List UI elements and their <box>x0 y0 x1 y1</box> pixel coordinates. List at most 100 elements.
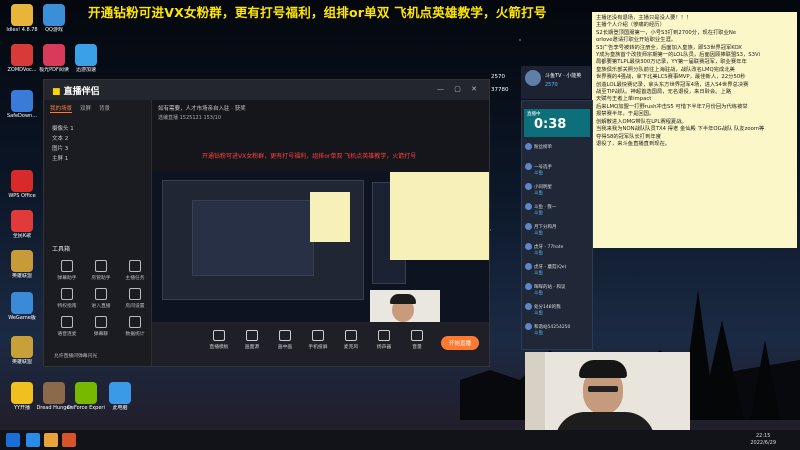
taskbar: 22:15 2022/6/29 <box>0 430 800 450</box>
bottom-tool-button[interactable]: 手机投屏 <box>303 330 333 350</box>
wps-office-glyph-icon <box>11 170 33 192</box>
tool-label: 弹幕助手 <box>57 276 77 281</box>
bottom-tool-icon <box>378 330 390 341</box>
lol-icon[interactable]: 英雄联盟 <box>3 250 41 279</box>
start-live-button[interactable]: 开始直播 <box>440 336 479 350</box>
scene-item[interactable]: 图片 3 <box>52 144 68 152</box>
desktop-icon-label: 此电脑 <box>112 405 128 411</box>
scene-item[interactable]: 主屏 1 <box>52 154 68 162</box>
tool-item[interactable]: 主播任务 <box>120 260 150 281</box>
desktop-icon-label: GeForce Experience <box>67 405 105 411</box>
chat-avatar <box>525 223 532 230</box>
tool-icon <box>129 316 141 328</box>
chat-sub: 斗鱼 <box>534 211 543 216</box>
start-button[interactable] <box>6 433 20 447</box>
note-line: S3广告李号被转的注册全，后面加入皇族，即S3世界冠军KOX <box>596 44 742 51</box>
app-titlebar: ■ 直播伴侣 — ▢ ✕ <box>44 80 489 100</box>
tool-label: 主播任务 <box>125 276 145 281</box>
red-overlay-text: 开通钻粉可进VX女粉群，更有打号福利，组排or单双 飞机点英雄教学，火箭打号 <box>202 153 417 160</box>
chat-avatar <box>525 323 532 330</box>
stream-preview[interactable] <box>152 172 489 342</box>
tool-item[interactable]: 房间设置 <box>120 288 150 309</box>
window-controls[interactable]: — ▢ ✕ <box>437 85 481 93</box>
bottom-tool-button[interactable]: 画面源 <box>237 330 267 350</box>
taskbar-explorer-icon[interactable] <box>44 433 58 447</box>
qq-game-icon[interactable]: QQ游戏 <box>35 4 73 33</box>
chat-item[interactable]: 一号选手 斗鱼 <box>525 163 589 176</box>
chat-name: 一号选手 <box>534 165 552 170</box>
tool-item[interactable]: 进入直播 <box>86 288 116 309</box>
chat-name: 斗鱼 · 我一 <box>534 205 557 210</box>
notes-panel: 主播还没有退场，主播只是没人要！！！ 主播个人介绍（惨痛的经历） S2长期登顶国服第… <box>592 12 797 248</box>
lol-glyph-icon <box>11 250 33 272</box>
desktop-icon-label: QQ游戏 <box>45 27 63 33</box>
accelerator-icon[interactable]: 迅游加速 <box>67 44 105 73</box>
bottom-tool-button[interactable]: 扬声器 <box>369 330 399 350</box>
nested-notes <box>310 192 350 242</box>
chat-item[interactable]: 虎牙 - 77hate 斗鱼 <box>525 243 589 256</box>
tool-label: 数据统计 <box>125 332 145 337</box>
desktop-icon-label: WPS Office <box>8 193 36 199</box>
app-logo: ■ 直播伴侣 <box>52 87 100 97</box>
bottom-tool-button[interactable]: 音量 <box>402 330 432 350</box>
scene-item[interactable]: 文本 2 <box>52 134 68 142</box>
bottom-tool-icon <box>279 330 291 341</box>
chat-item[interactable]: 小同明星 斗鱼 <box>525 183 589 196</box>
scene-item[interactable]: 摄像头 1 <box>52 124 74 132</box>
tool-item[interactable]: 弹幕聊 <box>86 316 116 337</box>
tool-item[interactable]: 房管助手 <box>86 260 116 281</box>
tool-label: 房间设置 <box>125 304 145 309</box>
chat-item[interactable]: 斗鱼 · 我一 斗鱼 <box>525 203 589 216</box>
chat-item[interactable]: 月下分和月 斗鱼 <box>525 223 589 236</box>
lol-icon-2[interactable]: 英雄联盟 <box>3 336 41 365</box>
bottom-tool-label: 扬声器 <box>376 345 392 350</box>
wegame-glyph-icon <box>11 292 33 314</box>
bottom-tool-button[interactable]: 麦克风 <box>336 330 366 350</box>
note-line: 当我来我为NON战队队员TX4 得老 金仙殿 下半年OG战队 队友zoom等 <box>596 126 765 133</box>
wps-office-icon[interactable]: WPS Office <box>3 170 41 199</box>
note-line: 局都要第TLPL最快300万记录，YY第一届联赛冠军，职业赛年年 <box>596 59 747 66</box>
chat-item[interactable]: 晖晖的站 - 和议 斗鱼 <box>525 283 589 296</box>
banner-text: 开通钻粉可进VX女粉群，更有打号福利，组排or单双 飞机点英雄教学，火箭打号 <box>88 5 547 20</box>
desktop-icon-label: 英雄联盟 <box>11 273 32 279</box>
tool-item[interactable]: 数据统计 <box>120 316 150 337</box>
tab-0[interactable]: 我的场景 <box>50 106 73 113</box>
chat-item[interactable]: 处分148的我 斗鱼 <box>525 303 589 316</box>
tool-icon <box>61 316 73 328</box>
chat-sub: 斗鱼 <box>534 171 543 176</box>
chat-item[interactable]: 粉丝榜单 <box>525 143 589 155</box>
wegame-icon[interactable]: WeGame版 <box>3 292 41 321</box>
geforce-icon[interactable]: GeForce Experience <box>67 382 105 411</box>
canvas-area: 如有需要，人才市场亲自入驻 · 获奖 选编直播 1525121 153/10 开… <box>152 100 489 366</box>
bottom-tool-label: 画面源 <box>244 345 260 350</box>
chat-avatar <box>525 143 532 150</box>
tab-2[interactable]: 背景 <box>99 106 110 112</box>
taskbar-app-icon[interactable] <box>62 433 76 447</box>
streamer-avatar <box>525 70 541 86</box>
fans-count: 37780 <box>491 87 509 93</box>
chat-panel: 直播中 0:38 粉丝榜单 一号选手 斗鱼 小同明星 斗鱼 斗鱼 · 我一 斗鱼 月下分和月斗… <box>521 100 593 350</box>
tool-label: 进入直播 <box>91 304 111 309</box>
chat-avatar <box>525 283 532 290</box>
bottom-tool-button[interactable]: 直播模板 <box>204 330 234 350</box>
chat-name: 虎牙 - 蘑菇(Qe) <box>534 265 567 270</box>
chat-sub: 斗鱼 <box>534 251 543 256</box>
taskbar-browser-icon[interactable] <box>26 433 40 447</box>
desktop-icon-label: 迅游加速 <box>75 67 96 73</box>
chat-avatar <box>525 183 532 190</box>
note-line: 夺得S8的冠军队长打到年度 <box>596 133 661 140</box>
tool-item[interactable]: 弹幕助手 <box>52 260 82 281</box>
chat-item[interactable]: 虎牙 - 蘑菇(Qe) 斗鱼 <box>525 263 589 276</box>
this-pc-icon[interactable]: 此电脑 <box>101 382 139 411</box>
chat-item[interactable]: 和谐站54254250 斗鱼 <box>525 323 589 336</box>
preview-notes <box>390 172 489 260</box>
desktop-icon-label: WeGame版 <box>8 315 36 321</box>
kge-glyph-icon <box>11 210 33 232</box>
chat-sub: 斗鱼 <box>534 271 543 276</box>
tool-item[interactable]: 特权指南 <box>52 288 82 309</box>
tool-item[interactable]: 语音连麦 <box>52 316 82 337</box>
toolbox-title: 工具箱 <box>52 246 71 253</box>
timer-value: 0:38 <box>534 117 567 132</box>
bottom-tool-button[interactable]: 画中画 <box>270 330 300 350</box>
tab-1[interactable]: 双屏 <box>80 106 91 112</box>
